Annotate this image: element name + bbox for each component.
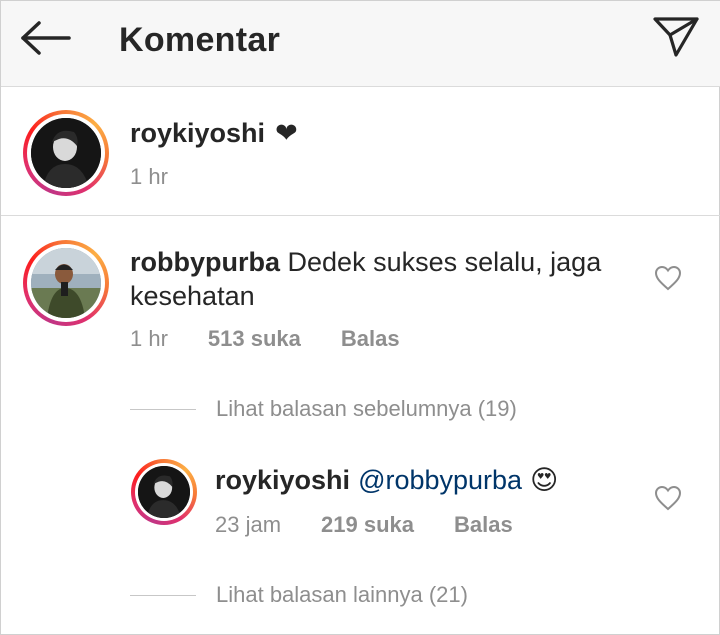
commenter-username[interactable]: robbypurba	[130, 247, 280, 277]
reply-username[interactable]: roykiyoshi	[215, 465, 350, 496]
comment-time: 1 hr	[130, 326, 168, 351]
reply-likes[interactable]: 219 suka	[321, 512, 414, 538]
reply-button[interactable]: Balas	[341, 326, 400, 352]
post-caption: roykiyoshi ❤ 1 hr	[1, 88, 720, 216]
caption-username[interactable]: roykiyoshi	[130, 118, 265, 149]
heart-icon	[654, 485, 682, 516]
profile-photo	[31, 248, 101, 318]
view-previous-replies-label: Lihat balasan sebelumnya (19)	[216, 396, 517, 421]
paper-plane-icon	[652, 15, 700, 64]
back-button[interactable]	[15, 15, 75, 65]
reply-time: 23 jam	[215, 512, 282, 537]
comment-likes[interactable]: 513 suka	[208, 326, 301, 352]
commenter-avatar[interactable]	[23, 240, 109, 326]
divider-line	[130, 594, 196, 596]
heart-icon	[654, 265, 682, 296]
view-previous-replies[interactable]: Lihat balasan sebelumnya (19)	[130, 396, 517, 422]
page-title: Komentar	[119, 21, 281, 59]
avatar[interactable]	[23, 110, 109, 196]
reply-reply-button[interactable]: Balas	[454, 512, 513, 538]
like-comment-button[interactable]	[651, 263, 685, 297]
profile-photo	[138, 466, 190, 518]
arrow-left-icon	[19, 20, 71, 61]
view-more-replies[interactable]: Lihat balasan lainnya (21)	[130, 582, 468, 608]
comment-meta: 1 hr 513 suka Balas	[130, 326, 440, 352]
caption-text: ❤	[275, 118, 298, 148]
reply-mention[interactable]: @robbypurba	[358, 463, 522, 497]
reply-meta: 23 jam 219 suka Balas	[215, 512, 553, 538]
comment-text-continued: kesehatan	[130, 281, 255, 311]
top-bar: Komentar	[1, 1, 720, 87]
view-more-replies-label: Lihat balasan lainnya (21)	[216, 582, 468, 607]
share-button[interactable]	[647, 11, 705, 67]
comment-text: Dedek sukses selalu, jaga	[287, 247, 602, 277]
comments-screen: Komentar roykiyoshi ❤ 1 hr robbypurba De…	[0, 0, 720, 635]
divider-line	[130, 408, 196, 410]
heart-eyes-emoji: 😍	[530, 465, 559, 495]
caption-time: 1 hr	[130, 164, 168, 189]
profile-photo	[31, 118, 101, 188]
caption-meta: 1 hr	[130, 164, 208, 190]
like-reply-button[interactable]	[651, 483, 685, 517]
reply-avatar[interactable]	[131, 459, 197, 525]
